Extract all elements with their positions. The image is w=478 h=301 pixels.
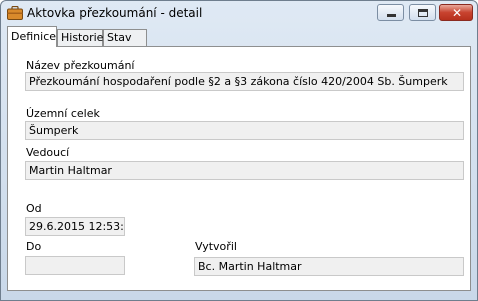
do-label: Do [26, 240, 42, 253]
nazev-field[interactable]: Přezkoumání hospodaření podle §2 a §3 zá… [25, 72, 464, 91]
tab-definice[interactable]: Definice [7, 26, 57, 47]
briefcase-icon [7, 6, 23, 20]
close-icon: ✕ [452, 6, 463, 20]
maximize-icon [418, 9, 428, 17]
maximize-button[interactable] [409, 4, 436, 21]
detail-window: Aktovka přezkoumání - detail ✕ Definice … [0, 0, 478, 301]
tab-stav[interactable]: Stav [103, 29, 147, 46]
minimize-button[interactable] [377, 4, 404, 21]
uzemni-celek-field[interactable]: Šumperk [25, 121, 464, 140]
close-button[interactable]: ✕ [439, 4, 473, 21]
od-label: Od [26, 202, 42, 215]
window-title: Aktovka přezkoumání - detail [27, 6, 203, 20]
vytvoril-label: Vytvořil [195, 240, 237, 253]
od-field[interactable]: 29.6.2015 12:53:49 [25, 217, 125, 236]
nazev-label: Název přezkoumání [26, 59, 135, 72]
do-field[interactable] [25, 256, 125, 275]
vytvoril-field[interactable]: Bc. Martin Haltmar [194, 257, 464, 276]
minimize-icon [387, 14, 396, 17]
vedouci-label: Vedoucí [26, 146, 70, 159]
tab-strip: Definice Historie Stav [7, 26, 471, 47]
vedouci-field[interactable]: Martin Haltmar [25, 161, 464, 180]
definice-panel: Název přezkoumání Přezkoumání hospodařen… [7, 46, 471, 291]
title-bar[interactable]: Aktovka přezkoumání - detail ✕ [1, 1, 477, 25]
tab-historie[interactable]: Historie [57, 29, 103, 46]
uzemni-celek-label: Územní celek [26, 107, 100, 120]
